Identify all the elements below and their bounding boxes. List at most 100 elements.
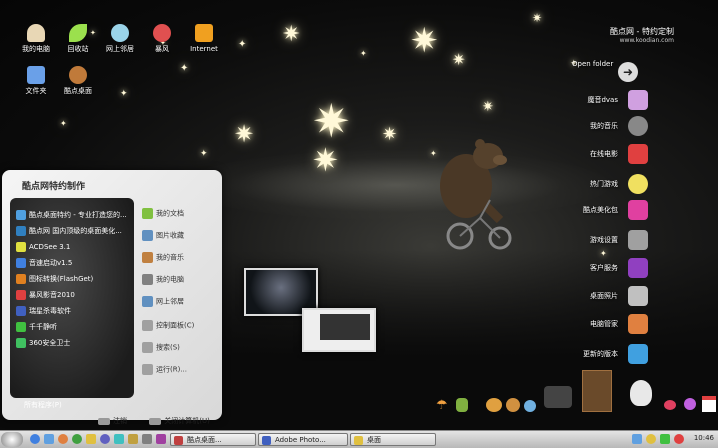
- places-item[interactable]: 网上邻居: [142, 296, 216, 310]
- taskbar-task-photoshop[interactable]: Adobe Photo...: [258, 433, 348, 446]
- wrench-icon: [628, 230, 648, 250]
- dock-item-1[interactable]: 我的音乐: [590, 116, 648, 136]
- dock-item-3[interactable]: 热门游戏: [590, 174, 648, 194]
- bottom-icon-umbrella[interactable]: ☂: [436, 398, 450, 413]
- program-item[interactable]: 音速启动v1.5: [16, 258, 132, 272]
- taskbar-clock[interactable]: 10:46: [694, 434, 714, 442]
- window-thumbnail-2[interactable]: [302, 308, 376, 352]
- star-icon: ✷: [410, 21, 439, 61]
- places-item[interactable]: 我的文档: [142, 208, 216, 222]
- bottom-icon-pot[interactable]: [506, 398, 520, 412]
- bug-icon: [153, 24, 171, 42]
- program-item[interactable]: 瑞星杀毒软件: [16, 306, 132, 320]
- star-icon: ✷: [532, 11, 543, 25]
- bottom-icon-calendar[interactable]: [702, 396, 716, 412]
- desktop-icon-koodian[interactable]: 酷点桌面: [56, 66, 100, 96]
- taskbar-task-koodian[interactable]: 酷点桌面...: [170, 433, 256, 446]
- star-icon: ✦: [200, 149, 208, 159]
- app-icon: [16, 210, 26, 220]
- all-programs-button[interactable]: 所有程序(P): [24, 400, 62, 410]
- dock-item-4[interactable]: 酷点美化包: [583, 200, 648, 220]
- quicklaunch-qq-icon[interactable]: [72, 434, 82, 444]
- bottom-icon-camera[interactable]: [544, 386, 572, 408]
- bottom-icon-globe[interactable]: [524, 400, 536, 412]
- desktop-icon-internet[interactable]: Internet: [182, 24, 226, 54]
- program-item[interactable]: 千千静听: [16, 322, 132, 336]
- bottom-icon-lips[interactable]: [664, 400, 676, 410]
- desktop-icon-folder[interactable]: 文件夹: [14, 66, 58, 96]
- quicklaunch-ie-icon[interactable]: [30, 434, 40, 444]
- thumbnail-preview: [320, 314, 370, 340]
- dock-item-5[interactable]: 游戏设置: [590, 230, 648, 250]
- app-icon: [16, 322, 26, 332]
- desktop-icon-baofeng[interactable]: 暴风: [140, 24, 184, 54]
- bottom-icon-bookshelf[interactable]: [582, 370, 612, 412]
- bottom-icon-teapot[interactable]: [486, 398, 502, 412]
- internet-icon: [195, 24, 213, 42]
- quicklaunch-folder-icon[interactable]: [86, 434, 96, 444]
- quicklaunch-player-icon[interactable]: [100, 434, 110, 444]
- bear-on-tricycle-illustration: [440, 139, 512, 250]
- tray-ime-icon[interactable]: [674, 434, 684, 444]
- dock-item-6[interactable]: 客户服务: [590, 258, 648, 278]
- dock-item-0[interactable]: 魔音dvas: [587, 90, 648, 110]
- bottom-icon-mask[interactable]: [630, 380, 652, 406]
- desktop-icon-recycle-bin[interactable]: 回收站: [56, 24, 100, 54]
- start-button[interactable]: [1, 432, 23, 447]
- bottom-icon-ball[interactable]: [684, 398, 696, 410]
- desktop-icon-network[interactable]: 网上邻居: [98, 24, 142, 54]
- taskbar-task-desktop[interactable]: 桌面: [350, 433, 436, 446]
- quicklaunch-media-icon[interactable]: [58, 434, 68, 444]
- computer-icon: [142, 274, 153, 285]
- program-item[interactable]: 酷点桌面特约 - 专业打造您的...: [16, 210, 132, 224]
- dock-item-9[interactable]: 更新的版本: [583, 344, 648, 364]
- open-folder-button[interactable]: ➜: [618, 62, 638, 82]
- lips-icon: [628, 200, 648, 220]
- logo-title: 酷点网 - 特约定制: [610, 27, 674, 36]
- program-item[interactable]: 360安全卫士: [16, 338, 132, 352]
- quicklaunch-app-icon[interactable]: [156, 434, 166, 444]
- logoff-button[interactable]: 注销: [98, 416, 137, 426]
- star-icon: ✦: [120, 89, 128, 99]
- desktop: ✷ ✷ ✷ ✷ ✷ ✷ ✷ ✷ ✷ ✦ ✦ ✦ ✦ ✦ ✦ ✦ ✦ ✦ ✦ ✦ …: [0, 0, 718, 430]
- open-folder-label: Open folder: [572, 60, 614, 68]
- star-icon: ✷: [312, 94, 351, 148]
- start-menu-programs: 酷点桌面特约 - 专业打造您的... 酷点网 国内顶级的桌面美化... ACDS…: [10, 198, 134, 398]
- app-icon: [16, 258, 26, 268]
- quicklaunch-desktop-icon[interactable]: [44, 434, 54, 444]
- app-icon: [16, 226, 26, 236]
- tray-volume-icon[interactable]: [646, 434, 656, 444]
- program-item[interactable]: 暴风影音2010: [16, 290, 132, 304]
- places-item[interactable]: 搜索(S): [142, 342, 216, 356]
- dock-item-7[interactable]: 桌面照片: [590, 286, 648, 306]
- bottom-icon-cactus[interactable]: [456, 398, 468, 412]
- quicklaunch-app-icon[interactable]: [142, 434, 152, 444]
- control-panel-icon: [142, 320, 153, 331]
- start-menu: 酷点网特约制作 酷点桌面特约 - 专业打造您的... 酷点网 国内顶级的桌面美化…: [2, 170, 222, 425]
- tray-security-icon[interactable]: [660, 434, 670, 444]
- places-item[interactable]: 我的电脑: [142, 274, 216, 288]
- program-item[interactable]: ACDSee 3.1: [16, 242, 132, 256]
- quicklaunch-app-icon[interactable]: [128, 434, 138, 444]
- logo-url: www.koodian.com: [619, 37, 674, 44]
- star-icon: ✷: [282, 22, 301, 47]
- vip-icon: [628, 258, 648, 278]
- places-item[interactable]: 运行(R)...: [142, 364, 216, 378]
- star-icon: ✷: [482, 99, 494, 115]
- places-item[interactable]: 控制面板(C): [142, 320, 216, 334]
- shutdown-button[interactable]: 关闭计算机(U): [149, 416, 220, 426]
- tray-network-icon[interactable]: [632, 434, 642, 444]
- places-item[interactable]: 图片收藏: [142, 230, 216, 244]
- horizon-glow: [180, 150, 610, 220]
- program-item[interactable]: 酷点网 国内顶级的桌面美化...: [16, 226, 132, 240]
- leaf-icon: [69, 24, 87, 42]
- quicklaunch-app-icon[interactable]: [114, 434, 124, 444]
- search-icon: [142, 342, 153, 353]
- program-item[interactable]: 图标转换(FlashGet): [16, 274, 132, 288]
- mushroom-icon: [27, 24, 45, 42]
- shield-icon: [16, 338, 26, 348]
- dock-item-8[interactable]: 电脑管家: [590, 314, 648, 334]
- desktop-icon-my-computer[interactable]: 我的电脑: [14, 24, 58, 54]
- dock-item-2[interactable]: 在线电影: [590, 144, 648, 164]
- places-item[interactable]: 我的音乐: [142, 252, 216, 266]
